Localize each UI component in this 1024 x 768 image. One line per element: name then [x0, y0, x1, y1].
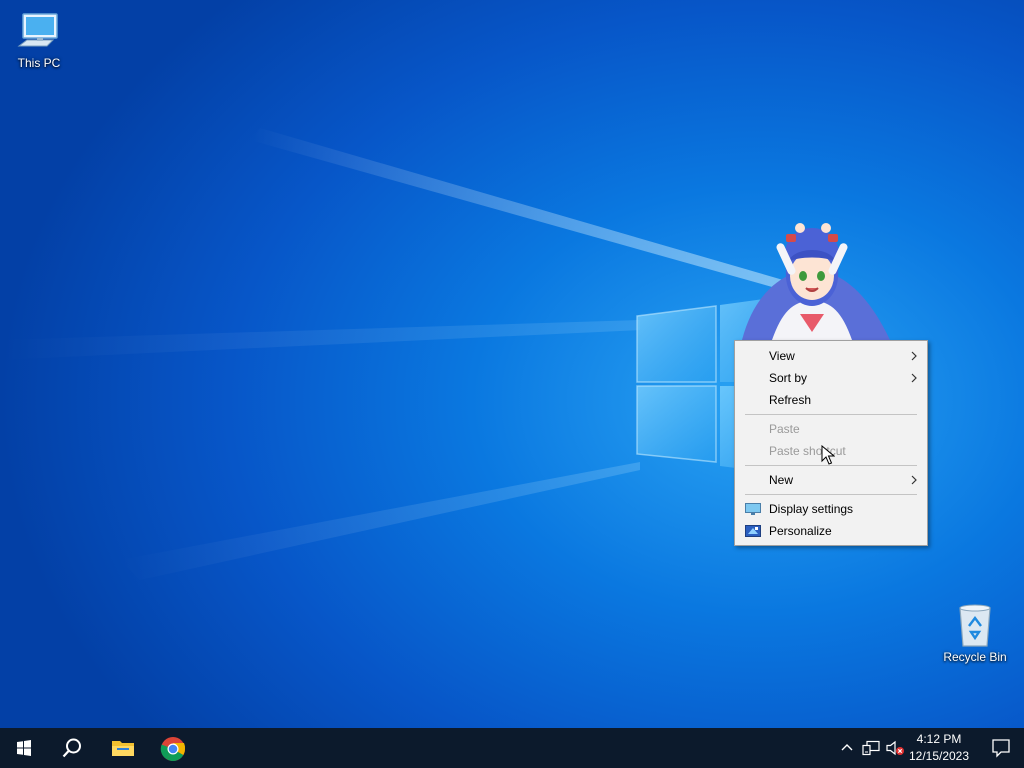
menu-item-display-settings[interactable]: Display settings	[735, 498, 927, 520]
desktop[interactable]: This PC Recycle Bin View Sort by Refresh…	[0, 0, 1024, 728]
desktop-icon-label: Recycle Bin	[943, 650, 1007, 664]
chevron-up-icon	[841, 744, 853, 751]
search-icon	[62, 738, 81, 758]
desktop-icon-this-pc[interactable]: This PC	[1, 10, 77, 70]
clock-time: 4:12 PM	[916, 732, 962, 746]
chevron-right-icon	[911, 475, 917, 485]
chrome-icon	[160, 737, 186, 762]
menu-item-paste: Paste	[735, 418, 927, 440]
computer-icon	[17, 13, 58, 47]
menu-separator	[745, 414, 917, 415]
taskbar-clock[interactable]: 4:12 PM 12/15/2023	[902, 731, 976, 765]
menu-item-new[interactable]: New	[735, 469, 927, 491]
menu-item-label: Display settings	[769, 502, 854, 516]
menu-item-label: Refresh	[769, 393, 812, 407]
menu-item-personalize[interactable]: Personalize	[735, 520, 927, 542]
desktop-icon-recycle-bin[interactable]: Recycle Bin	[937, 602, 1013, 664]
taskbar: 4:12 PM 12/15/2023	[0, 728, 1024, 768]
menu-item-label: View	[769, 349, 795, 363]
action-center-button[interactable]	[978, 728, 1024, 768]
menu-item-refresh[interactable]: Refresh	[735, 389, 927, 411]
start-button[interactable]	[0, 728, 48, 768]
chevron-right-icon	[911, 351, 917, 361]
desktop-context-menu: View Sort by Refresh Paste Paste shortcu…	[734, 340, 928, 546]
desktop-icon-label: This PC	[17, 56, 61, 70]
file-explorer-button[interactable]	[98, 728, 146, 768]
show-hidden-icons-button[interactable]	[838, 728, 856, 768]
menu-item-label: Personalize	[769, 524, 832, 538]
menu-item-label: New	[769, 473, 794, 487]
mouse-cursor-icon	[821, 445, 835, 465]
windows-start-icon	[17, 740, 31, 756]
personalize-icon	[745, 525, 761, 537]
display-icon	[745, 503, 761, 515]
menu-item-label: Paste	[769, 422, 800, 436]
menu-item-sort-by[interactable]: Sort by	[735, 367, 927, 389]
network-icon	[862, 740, 880, 756]
chrome-button[interactable]	[148, 728, 196, 768]
menu-separator	[745, 494, 917, 495]
search-button[interactable]	[48, 728, 96, 768]
anime-mascot-image	[742, 223, 890, 340]
file-explorer-icon	[112, 741, 134, 756]
clock-date: 12/15/2023	[908, 749, 970, 763]
menu-item-label: Sort by	[769, 371, 808, 385]
recycle-bin-icon	[959, 604, 991, 647]
menu-item-view[interactable]: View	[735, 345, 927, 367]
chevron-right-icon	[911, 373, 917, 383]
network-button[interactable]	[860, 728, 882, 768]
notification-icon	[992, 739, 1010, 758]
